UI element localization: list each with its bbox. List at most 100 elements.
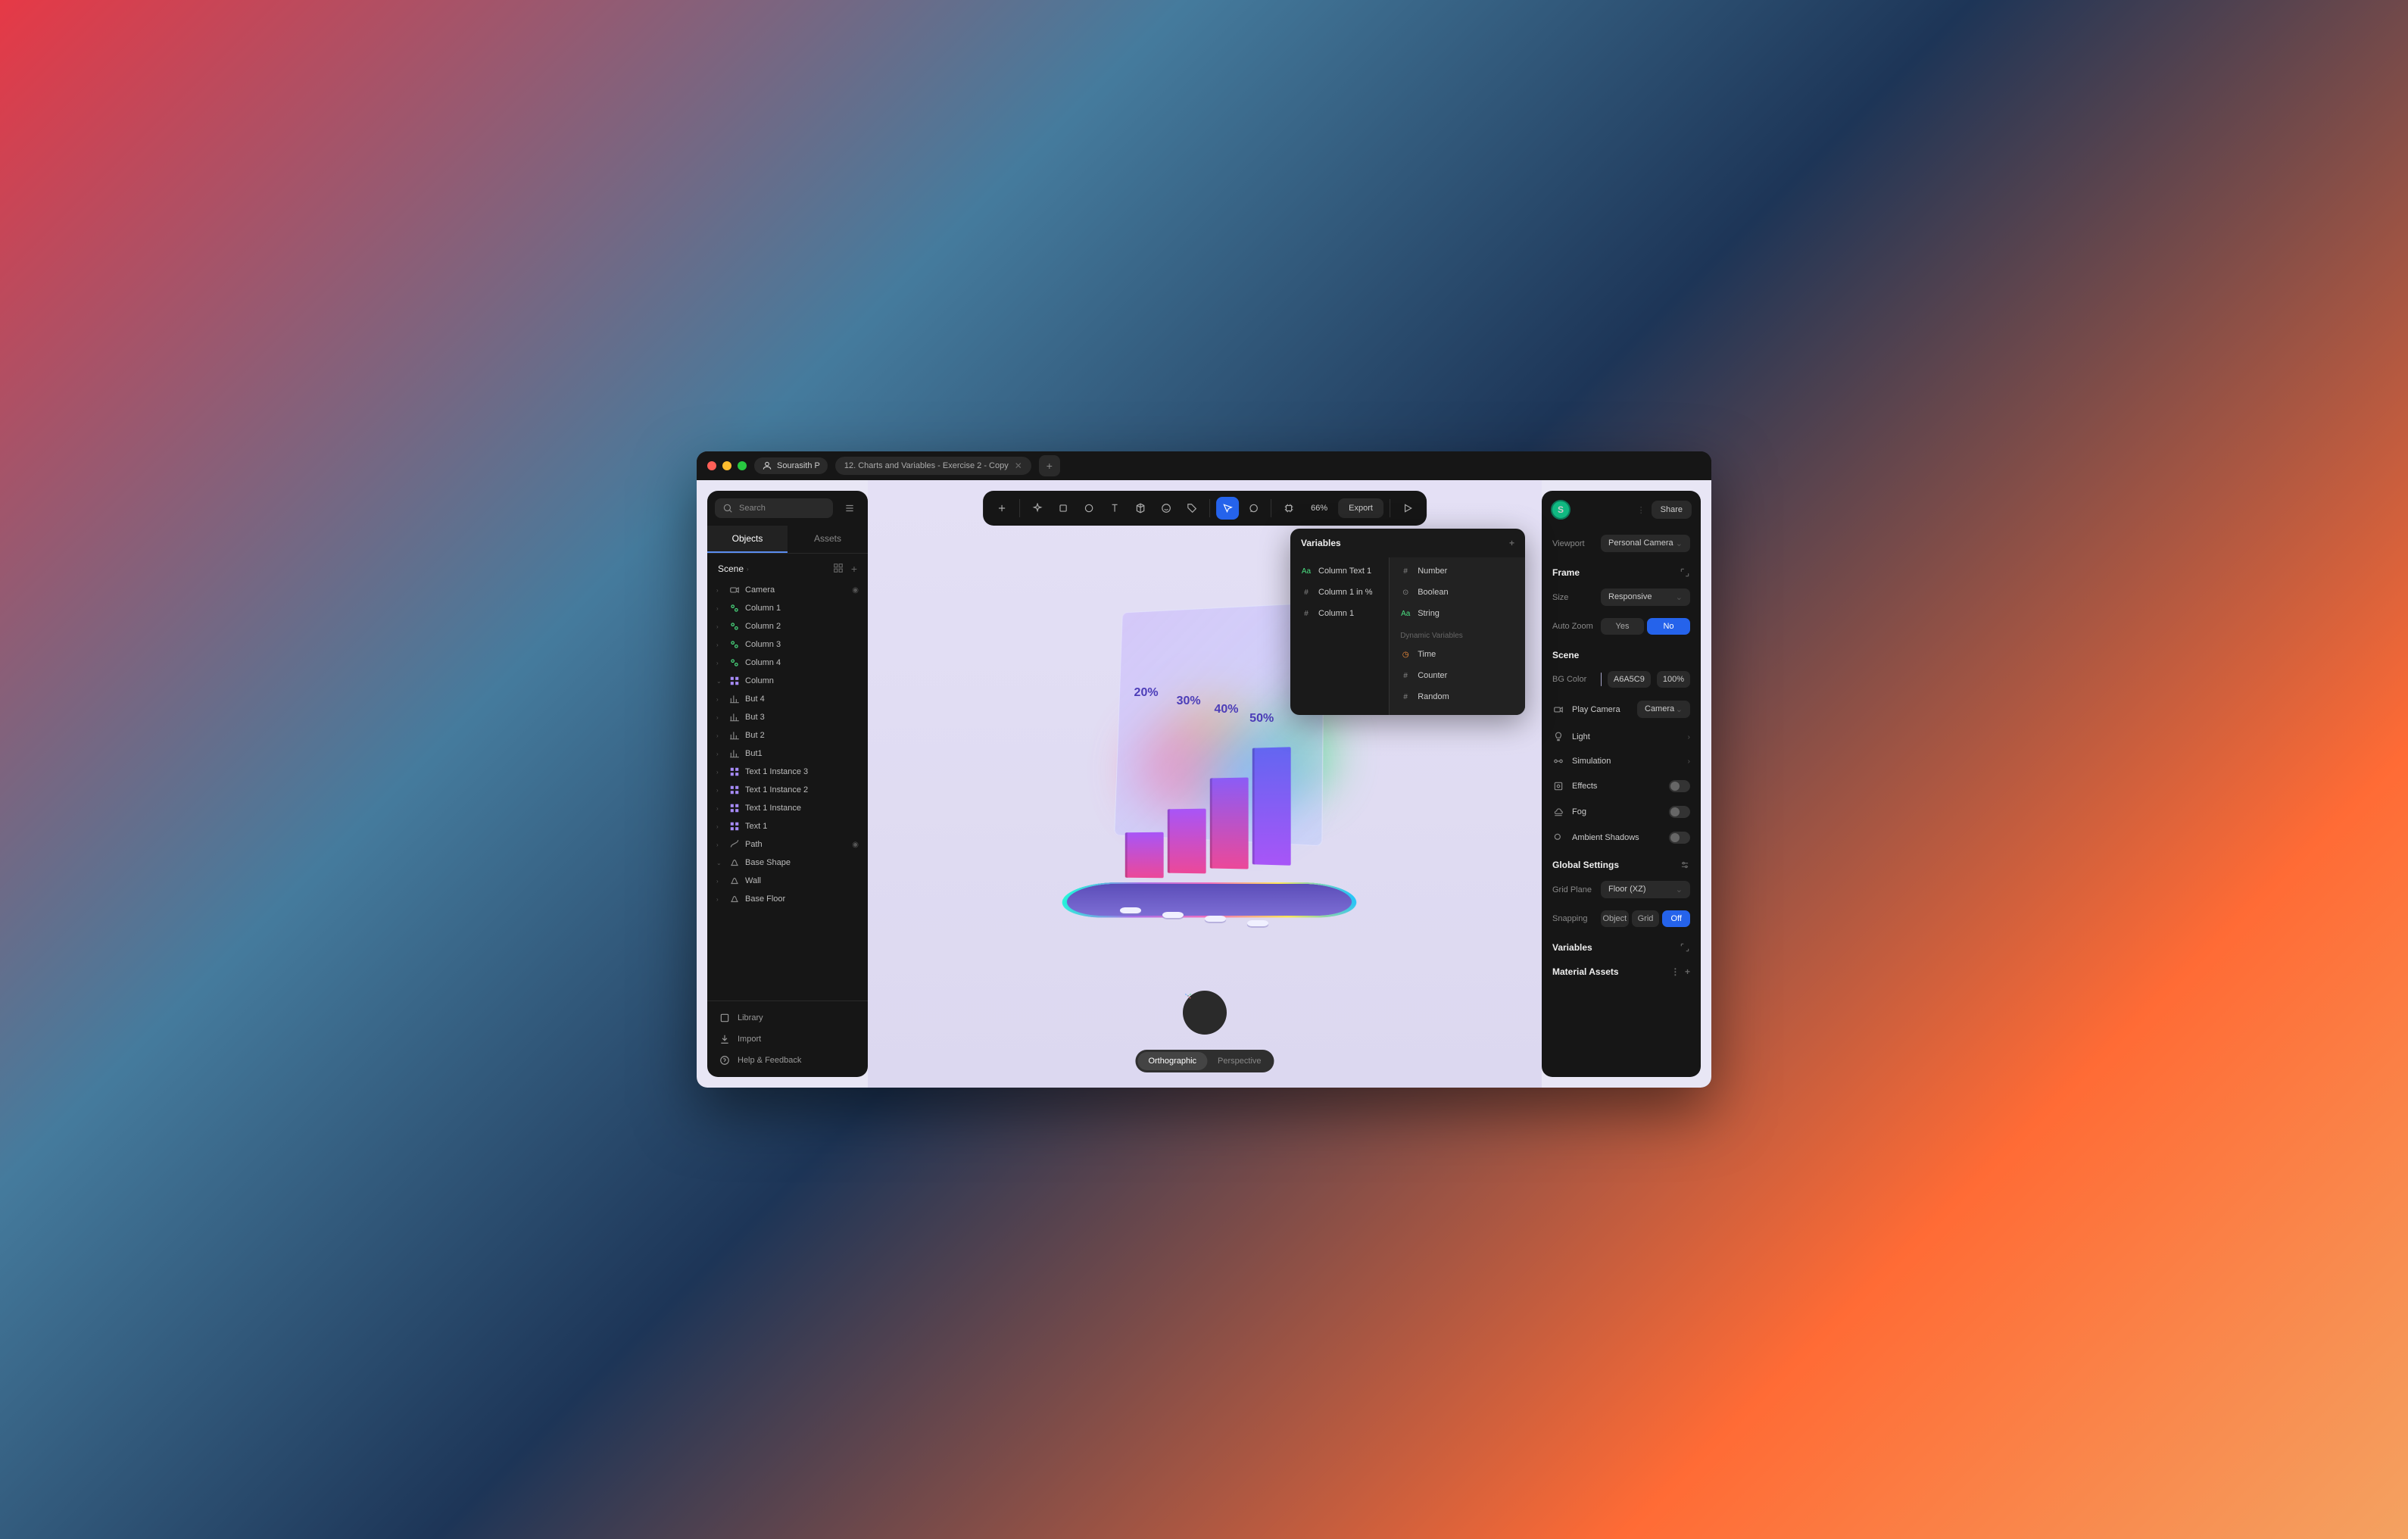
ambient-row[interactable]: Ambient Shadows bbox=[1542, 825, 1701, 851]
tree-item[interactable]: ›But 3 bbox=[710, 708, 865, 726]
frame-tool[interactable] bbox=[1277, 497, 1300, 520]
variable-item[interactable]: #Column 1 in % bbox=[1290, 582, 1389, 603]
plus-button-3[interactable] bbox=[1205, 916, 1226, 922]
tree-item[interactable]: ›Text 1 bbox=[710, 817, 865, 835]
user-chip[interactable]: Sourasith P bbox=[754, 457, 828, 474]
variable-item[interactable]: #Column 1 bbox=[1290, 603, 1389, 624]
help-button[interactable]: Help & Feedback bbox=[707, 1050, 868, 1071]
plus-button-1[interactable] bbox=[1120, 907, 1141, 913]
emoji-tool[interactable] bbox=[1155, 497, 1177, 520]
tree-item[interactable]: ⌄Base Shape bbox=[710, 854, 865, 872]
fog-toggle[interactable] bbox=[1669, 806, 1690, 818]
add-scene-icon[interactable]: + bbox=[851, 563, 857, 575]
menu-button[interactable] bbox=[839, 498, 860, 518]
3d-tool[interactable] bbox=[1129, 497, 1152, 520]
visibility-icon[interactable]: ◉ bbox=[852, 841, 859, 849]
snap-object[interactable]: Object bbox=[1601, 910, 1629, 927]
tree-item[interactable]: ⌄Column bbox=[710, 672, 865, 690]
variable-type-option[interactable]: AaString bbox=[1390, 603, 1525, 624]
tree-item[interactable]: ›Column 2 bbox=[710, 617, 865, 635]
tree-item[interactable]: ›Column 1 bbox=[710, 599, 865, 617]
tree-item[interactable]: ›But1 bbox=[710, 745, 865, 763]
dynamic-variable-option[interactable]: #Random bbox=[1390, 686, 1525, 707]
play-camera-select[interactable]: Camera⌄ bbox=[1637, 701, 1690, 718]
size-select[interactable]: Responsive⌄ bbox=[1601, 588, 1690, 606]
fog-row[interactable]: Fog bbox=[1542, 799, 1701, 825]
bar-1[interactable] bbox=[1125, 832, 1164, 878]
autozoom-no[interactable]: No bbox=[1647, 618, 1690, 635]
bar-3[interactable] bbox=[1210, 778, 1249, 869]
play-button[interactable] bbox=[1396, 497, 1419, 520]
viewport-select[interactable]: Personal Camera⌄ bbox=[1601, 535, 1690, 552]
tree-item[interactable]: ›Path◉ bbox=[710, 835, 865, 854]
settings-icon[interactable] bbox=[1680, 860, 1690, 870]
add-object-button[interactable] bbox=[990, 497, 1013, 520]
bar-2[interactable] bbox=[1168, 809, 1206, 874]
expand-icon[interactable] bbox=[1680, 942, 1690, 953]
maximize-icon[interactable] bbox=[738, 461, 747, 470]
dynamic-variable-option[interactable]: ◷Time bbox=[1390, 644, 1525, 665]
minimize-icon[interactable] bbox=[722, 461, 731, 470]
variable-type-option[interactable]: ⊙Boolean bbox=[1390, 582, 1525, 603]
grid-icon[interactable] bbox=[833, 563, 844, 573]
gridplane-select[interactable]: Floor (XZ)⌄ bbox=[1601, 881, 1690, 898]
bgcolor-opacity[interactable]: 100% bbox=[1657, 671, 1690, 688]
cursor-tool[interactable] bbox=[1216, 497, 1239, 520]
zoom-level[interactable]: 66% bbox=[1303, 504, 1335, 513]
tree-item[interactable]: ›Text 1 Instance 2 bbox=[710, 781, 865, 799]
effects-row[interactable]: Effects bbox=[1542, 773, 1701, 799]
orthographic-button[interactable]: Orthographic bbox=[1137, 1052, 1207, 1070]
tree-item[interactable]: ›Text 1 Instance bbox=[710, 799, 865, 817]
plus-button-4[interactable] bbox=[1247, 920, 1268, 926]
orbit-gizmo[interactable] bbox=[1183, 991, 1227, 1035]
visibility-icon[interactable]: ◉ bbox=[852, 586, 859, 595]
light-row[interactable]: Light› bbox=[1542, 725, 1701, 749]
tree-item[interactable]: ›But 2 bbox=[710, 726, 865, 745]
tree-item-label: Text 1 Instance 2 bbox=[745, 785, 808, 794]
export-button[interactable]: Export bbox=[1338, 498, 1383, 518]
share-button[interactable]: Share bbox=[1652, 501, 1692, 519]
add-variable-icon[interactable]: + bbox=[1509, 538, 1514, 548]
bgcolor-value[interactable]: A6A5C9 bbox=[1608, 671, 1651, 688]
tab-assets[interactable]: Assets bbox=[788, 526, 868, 553]
perspective-button[interactable]: Perspective bbox=[1207, 1052, 1271, 1070]
tree-item[interactable]: ›Text 1 Instance 3 bbox=[710, 763, 865, 781]
chevron-icon: › bbox=[716, 714, 724, 721]
close-icon[interactable] bbox=[707, 461, 716, 470]
canvas[interactable]: 66% Export 20% bbox=[868, 480, 1542, 1088]
library-button[interactable]: Library bbox=[707, 1007, 868, 1029]
add-tab-button[interactable]: + bbox=[1039, 455, 1060, 476]
snap-off[interactable]: Off bbox=[1662, 910, 1690, 927]
variable-type-option[interactable]: #Number bbox=[1390, 560, 1525, 582]
tree-item[interactable]: ›Base Floor bbox=[710, 890, 865, 908]
comment-tool[interactable] bbox=[1242, 497, 1265, 520]
avatar[interactable]: S bbox=[1551, 500, 1571, 520]
document-tab[interactable]: 12. Charts and Variables - Exercise 2 - … bbox=[835, 457, 1031, 475]
plus-button-2[interactable] bbox=[1162, 912, 1184, 918]
import-button[interactable]: Import bbox=[707, 1029, 868, 1050]
ai-tool[interactable] bbox=[1026, 497, 1049, 520]
tree-item[interactable]: ›Camera◉ bbox=[710, 581, 865, 599]
tab-objects[interactable]: Objects bbox=[707, 526, 788, 553]
expand-icon[interactable] bbox=[1680, 567, 1690, 578]
dynamic-variable-option[interactable]: #Counter bbox=[1390, 665, 1525, 686]
close-tab-icon[interactable]: ✕ bbox=[1015, 460, 1022, 471]
ambient-toggle[interactable] bbox=[1669, 832, 1690, 844]
ellipse-tool[interactable] bbox=[1078, 497, 1100, 520]
variable-item[interactable]: AaColumn Text 1 bbox=[1290, 560, 1389, 582]
rectangle-tool[interactable] bbox=[1052, 497, 1075, 520]
add-material-icon[interactable]: ⋮ + bbox=[1670, 966, 1690, 977]
search-input[interactable]: Search bbox=[715, 498, 833, 518]
effects-toggle[interactable] bbox=[1669, 780, 1690, 792]
bgcolor-swatch[interactable] bbox=[1601, 673, 1602, 686]
tree-item[interactable]: ›Wall bbox=[710, 872, 865, 890]
tree-item[interactable]: ›Column 4 bbox=[710, 654, 865, 672]
tag-tool[interactable] bbox=[1181, 497, 1203, 520]
tree-item[interactable]: ›But 4 bbox=[710, 690, 865, 708]
bar-4[interactable] bbox=[1252, 747, 1291, 865]
text-tool[interactable] bbox=[1103, 497, 1126, 520]
snap-grid[interactable]: Grid bbox=[1632, 910, 1660, 927]
autozoom-yes[interactable]: Yes bbox=[1601, 618, 1644, 635]
simulation-row[interactable]: Simulation› bbox=[1542, 749, 1701, 773]
tree-item[interactable]: ›Column 3 bbox=[710, 635, 865, 654]
